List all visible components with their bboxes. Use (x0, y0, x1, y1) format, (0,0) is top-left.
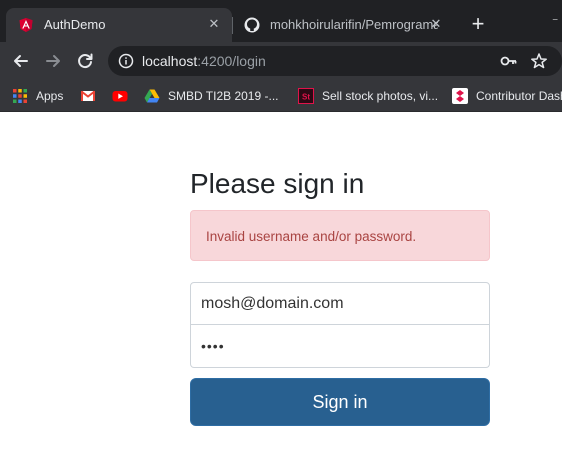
bookmark-label: Sell stock photos, vi... (322, 89, 439, 103)
close-tab-icon[interactable]: ✕ (206, 16, 222, 32)
bookmark-star-icon[interactable] (530, 52, 548, 70)
tab-title: mohkhoirularifin/Pemrograma (270, 17, 438, 32)
bookmark-contributor[interactable]: Contributor Dash (452, 85, 562, 107)
error-message: Invalid username and/or password. (206, 229, 417, 244)
bookmark-smbd[interactable]: SMBD TI2B 2019 -... (144, 85, 279, 107)
bookmark-gmail[interactable] (80, 85, 104, 107)
svg-text:St: St (302, 93, 310, 102)
bookmark-label: SMBD TI2B 2019 -... (168, 89, 279, 103)
tab-strip: AuthDemo ✕ mohkhoirularifin/Pemrograma ✕… (0, 0, 562, 42)
forward-icon[interactable] (42, 50, 64, 72)
gmail-icon (80, 88, 96, 104)
bookmark-label: Contributor Dash (476, 89, 562, 103)
apps-grid-icon (12, 88, 28, 104)
error-alert: Invalid username and/or password. (190, 210, 490, 261)
url-text: localhost:4200/login (142, 53, 266, 69)
sign-in-button[interactable]: Sign in (190, 378, 490, 426)
contributor-icon (452, 88, 468, 104)
tab-title: AuthDemo (44, 17, 106, 32)
bookmarks-bar: Apps SMBD TI2B 2019 -... St Sell stock p… (0, 80, 562, 112)
reload-icon[interactable] (74, 50, 96, 72)
address-bar[interactable]: localhost:4200/login (108, 46, 562, 76)
browser-toolbar: localhost:4200/login (0, 42, 562, 80)
url-path: :4200/login (197, 53, 266, 69)
page-content: Please sign in Invalid username and/or p… (0, 112, 562, 476)
youtube-icon (112, 88, 128, 104)
back-icon[interactable] (10, 50, 32, 72)
email-field[interactable] (190, 282, 490, 325)
tab-authdemo[interactable]: AuthDemo ✕ (6, 8, 232, 42)
new-tab-button[interactable]: + (466, 13, 490, 37)
password-key-icon[interactable] (500, 54, 518, 68)
url-host: localhost (142, 53, 198, 69)
tab-github[interactable]: mohkhoirularifin/Pemrograma ✕ (232, 8, 454, 42)
tab-divider (232, 17, 233, 34)
github-icon (244, 17, 260, 33)
page-title: Please sign in (190, 168, 365, 199)
password-field[interactable] (190, 325, 490, 368)
window-edge-icon: ⁻ (552, 14, 559, 28)
close-tab-icon[interactable]: ✕ (428, 16, 444, 32)
bookmark-apps[interactable]: Apps (12, 85, 63, 107)
site-info-icon[interactable] (118, 53, 134, 69)
angular-icon (18, 17, 34, 33)
bookmark-label: Apps (36, 89, 64, 103)
shutterstock-icon: St (298, 88, 314, 104)
bookmark-shutterstock[interactable]: St Sell stock photos, vi... (298, 85, 438, 107)
bookmark-youtube[interactable] (112, 85, 136, 107)
google-drive-icon (144, 88, 160, 104)
